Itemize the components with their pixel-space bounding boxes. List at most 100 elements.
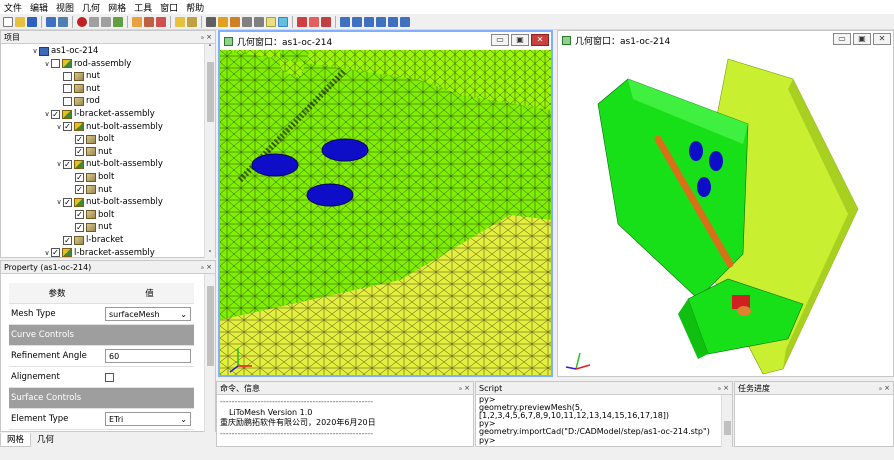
select-point-icon[interactable]: [218, 16, 228, 27]
tree-item[interactable]: ∨ ✓ nut-bolt-assembly: [55, 196, 162, 208]
panel-float-close-icon[interactable]: ₔ ×: [718, 384, 729, 392]
fit-view-icon[interactable]: [266, 16, 276, 27]
expand-arrow-icon[interactable]: ∨: [43, 249, 51, 257]
restore-button[interactable]: ▣: [511, 34, 529, 46]
tree-item[interactable]: ✓ bolt: [67, 171, 114, 183]
select-edge-icon[interactable]: [230, 16, 240, 27]
scroll-thumb[interactable]: [207, 286, 214, 366]
menu-item[interactable]: 文件: [4, 1, 22, 14]
panel-float-close-icon[interactable]: ₔ ×: [879, 384, 890, 392]
expand-arrow-icon[interactable]: ∨: [43, 110, 51, 118]
visibility-checkbox[interactable]: [63, 71, 72, 81]
back-view-icon[interactable]: [352, 16, 362, 27]
panel-float-close-icon[interactable]: ₔ ×: [201, 33, 212, 41]
scroll-up-icon[interactable]: ˄: [205, 44, 215, 52]
tree-item[interactable]: ✓ l-bracket: [55, 234, 123, 246]
visibility-checkbox[interactable]: ✓: [75, 185, 84, 195]
mesh-view-window[interactable]: 几何窗口：as1-oc-214 ▭ ▣ ✕: [218, 30, 553, 377]
restore-button[interactable]: ▣: [853, 33, 871, 45]
close-button[interactable]: ✕: [531, 34, 549, 46]
tree-item[interactable]: ∨ ✓ l-bracket-assembly: [43, 247, 154, 258]
shaded-view-icon[interactable]: [297, 16, 307, 27]
new-file-icon[interactable]: [3, 16, 13, 27]
visibility-checkbox[interactable]: [51, 59, 60, 69]
visibility-checkbox[interactable]: ✓: [51, 248, 60, 258]
bottom-view-icon[interactable]: [376, 16, 386, 27]
edges-view-icon[interactable]: [321, 16, 331, 27]
script-scrollbar[interactable]: [721, 395, 732, 447]
scroll-down-icon[interactable]: ˅: [205, 250, 215, 258]
right-view-icon[interactable]: [400, 16, 410, 27]
expand-arrow-icon[interactable]: ∨: [55, 160, 63, 168]
tab-geometry[interactable]: 几何: [31, 433, 60, 447]
zoom-in-icon[interactable]: [242, 16, 252, 27]
stop-icon[interactable]: [77, 16, 87, 27]
sphere-icon[interactable]: [156, 16, 166, 27]
visibility-checkbox[interactable]: ✓: [75, 134, 84, 144]
mesh-icon[interactable]: [113, 16, 123, 27]
tree-item[interactable]: ✓ bolt: [67, 209, 114, 221]
refinement-angle-input[interactable]: 60: [105, 349, 191, 363]
redo-icon[interactable]: [101, 16, 111, 27]
menu-item[interactable]: 编辑: [30, 1, 48, 14]
visibility-checkbox[interactable]: ✓: [63, 159, 72, 169]
cylinder-icon[interactable]: [144, 16, 154, 27]
alignement-checkbox[interactable]: [105, 372, 114, 382]
box-icon[interactable]: [132, 16, 142, 27]
minimize-button[interactable]: ▭: [833, 33, 851, 45]
menu-item[interactable]: 帮助: [186, 1, 204, 14]
tree-item[interactable]: ∨ ✓ nut-bolt-assembly: [55, 158, 162, 170]
menu-item[interactable]: 窗口: [160, 1, 178, 14]
close-button[interactable]: ✕: [873, 33, 891, 45]
element-type-select[interactable]: ETri ⌄: [105, 412, 191, 426]
expand-arrow-icon[interactable]: ∨: [43, 60, 51, 68]
tree-item[interactable]: nut: [55, 70, 100, 82]
menu-item[interactable]: 网格: [108, 1, 126, 14]
visibility-checkbox[interactable]: ✓: [75, 222, 84, 232]
tree-item[interactable]: ∨ as1-oc-214: [31, 45, 98, 57]
torus-icon[interactable]: [187, 16, 197, 27]
property-scrollbar[interactable]: [204, 274, 215, 432]
tree-item[interactable]: ∨ ✓ l-bracket-assembly: [43, 108, 154, 120]
scroll-thumb[interactable]: [724, 421, 731, 435]
visibility-checkbox[interactable]: ✓: [63, 122, 72, 132]
tree-scrollbar[interactable]: ˄ ˅: [204, 44, 215, 258]
front-view-icon[interactable]: [340, 16, 350, 27]
panel-float-close-icon[interactable]: ₔ ×: [459, 384, 470, 392]
mesh-view-canvas[interactable]: [220, 50, 551, 375]
visibility-checkbox[interactable]: ✓: [51, 109, 60, 119]
save-icon[interactable]: [27, 16, 37, 27]
tree-item[interactable]: ✓ bolt: [67, 133, 114, 145]
top-view-icon[interactable]: [364, 16, 374, 27]
tree-item[interactable]: ✓ nut: [67, 221, 112, 233]
scroll-thumb[interactable]: [207, 62, 214, 122]
expand-arrow-icon[interactable]: ∨: [31, 47, 39, 55]
menu-item[interactable]: 工具: [134, 1, 152, 14]
tree-item[interactable]: nut: [55, 83, 100, 95]
geometry-view-window[interactable]: 几何窗口：as1-oc-214 ▭ ▣ ✕: [557, 30, 894, 377]
zoom-out-icon[interactable]: [254, 16, 264, 27]
visibility-checkbox[interactable]: ✓: [75, 210, 84, 220]
menu-item[interactable]: 视图: [56, 1, 74, 14]
select-arrow-icon[interactable]: [206, 16, 216, 27]
visibility-checkbox[interactable]: ✓: [63, 235, 72, 245]
geometry-view-canvas[interactable]: [558, 49, 893, 376]
tree-item[interactable]: rod: [55, 95, 100, 107]
minimize-button[interactable]: ▭: [491, 34, 509, 46]
tree-item[interactable]: ✓ nut: [67, 184, 112, 196]
cone-icon[interactable]: [175, 16, 185, 27]
menu-item[interactable]: 几何: [82, 1, 100, 14]
expand-arrow-icon[interactable]: ∨: [55, 198, 63, 206]
visibility-checkbox[interactable]: ✓: [63, 197, 72, 207]
rotate-view-icon[interactable]: [278, 16, 288, 27]
tree-item[interactable]: ∨ ✓ nut-bolt-assembly: [55, 121, 162, 133]
export-icon[interactable]: [58, 16, 68, 27]
left-view-icon[interactable]: [388, 16, 398, 27]
mesh-type-select[interactable]: surfaceMesh ⌄: [105, 307, 191, 321]
visibility-checkbox[interactable]: ✓: [75, 147, 84, 157]
visibility-checkbox[interactable]: ✓: [75, 172, 84, 182]
visibility-checkbox[interactable]: [63, 96, 72, 106]
visibility-checkbox[interactable]: [63, 84, 72, 94]
tree-item[interactable]: ✓ nut: [67, 146, 112, 158]
tree-item[interactable]: ∨ rod-assembly: [43, 58, 131, 70]
